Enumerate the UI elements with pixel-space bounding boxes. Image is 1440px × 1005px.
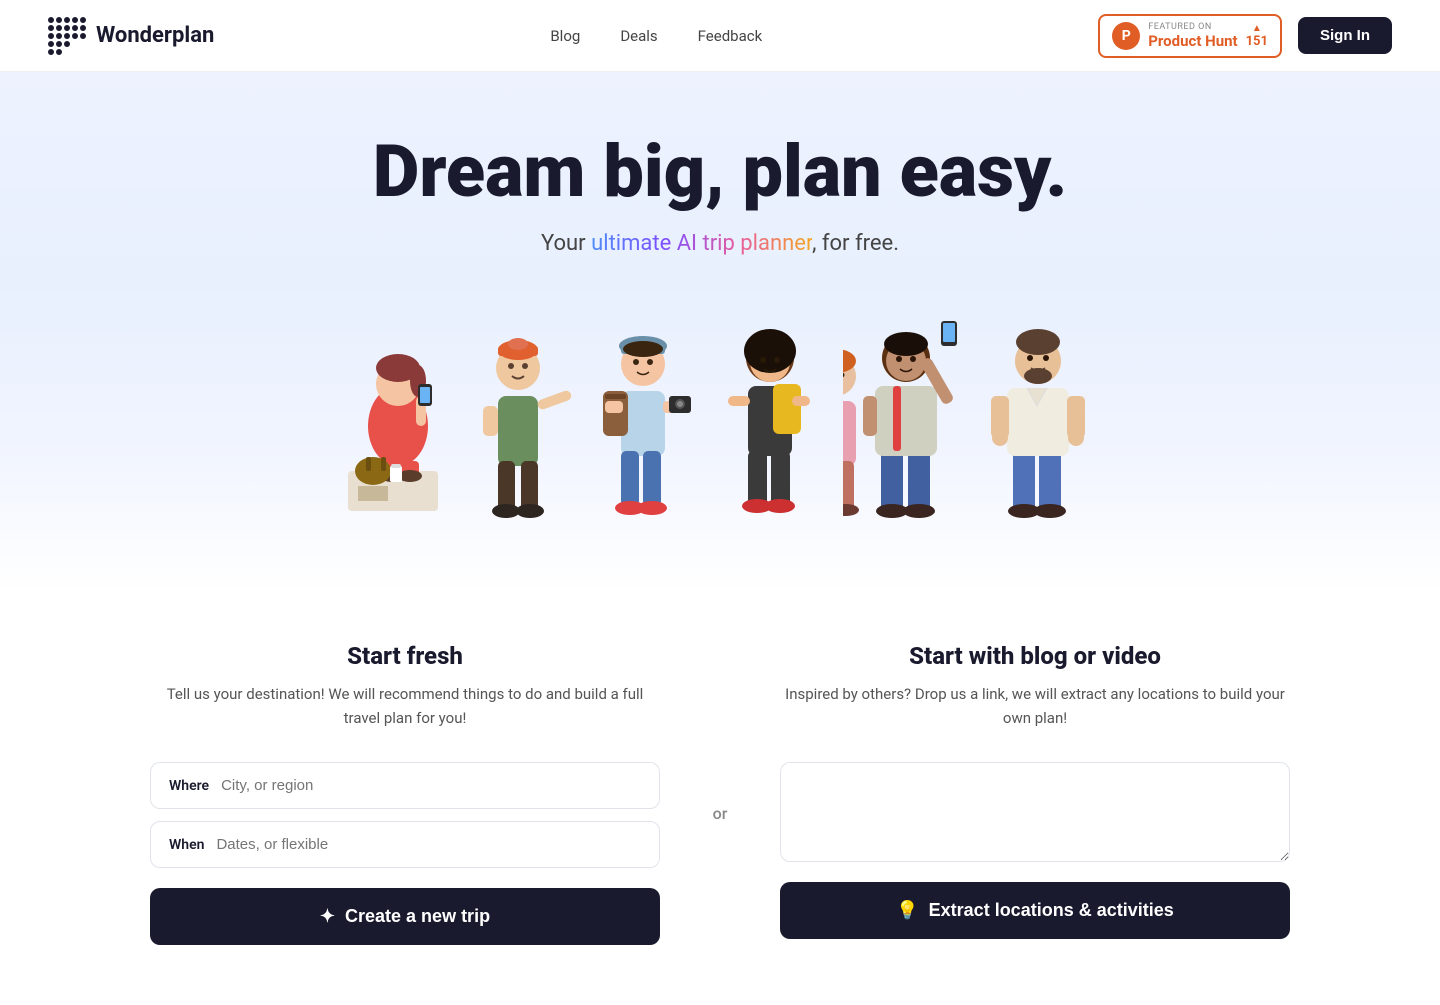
- person-3-icon: [583, 296, 713, 526]
- person-1-icon: [328, 296, 468, 526]
- hero-sub-suffix: , for free.: [812, 231, 899, 256]
- where-input-row: Where: [150, 762, 660, 809]
- create-trip-icon: ✦: [320, 906, 335, 927]
- nav-blog[interactable]: Blog: [550, 27, 580, 45]
- hero-title: Dream big, plan easy.: [48, 132, 1392, 211]
- person-6-icon: [983, 296, 1113, 526]
- where-input[interactable]: [221, 777, 641, 794]
- extract-label: Extract locations & activities: [929, 900, 1174, 921]
- start-fresh-title: Start fresh: [150, 642, 660, 670]
- create-trip-button[interactable]: ✦ Create a new trip: [150, 888, 660, 945]
- logo-icon: [48, 17, 86, 55]
- logo-link[interactable]: Wonderplan: [48, 17, 214, 55]
- create-trip-label: Create a new trip: [345, 906, 490, 927]
- extract-icon: 💡: [896, 900, 918, 921]
- nav-right: P FEATURED ON Product Hunt ▲ 151 Sign In: [1098, 14, 1392, 58]
- when-input[interactable]: [216, 836, 641, 853]
- nav-links: Blog Deals Feedback: [550, 27, 762, 45]
- where-label: Where: [169, 778, 209, 794]
- start-fresh-desc: Tell us your destination! We will recomm…: [150, 682, 660, 734]
- person-4-icon: [713, 296, 843, 526]
- extract-locations-button[interactable]: 💡 Extract locations & activities: [780, 882, 1290, 939]
- nav-deals[interactable]: Deals: [620, 27, 657, 45]
- when-label: When: [169, 837, 204, 853]
- hero-subtitle: Your ultimate AI trip planner, for free.: [48, 231, 1392, 256]
- hero-gradient-text: ultimate AI trip planner: [591, 231, 812, 256]
- product-hunt-badge[interactable]: P FEATURED ON Product Hunt ▲ 151: [1098, 14, 1282, 58]
- nav-feedback[interactable]: Feedback: [698, 27, 763, 45]
- sign-in-button[interactable]: Sign In: [1298, 17, 1392, 54]
- main-content: Start fresh Tell us your destination! We…: [0, 592, 1440, 1005]
- fresh-inputs: Where When: [150, 762, 660, 868]
- ph-name: Product Hunt: [1148, 32, 1237, 50]
- ph-arrow-icon: ▲: [1252, 23, 1262, 34]
- ph-featured-label: FEATURED ON: [1148, 22, 1237, 32]
- brand-name: Wonderplan: [96, 23, 214, 48]
- idea-textarea[interactable]: [780, 762, 1290, 862]
- hero-section: Dream big, plan easy. Your ultimate AI t…: [0, 72, 1440, 592]
- person-5-icon: [843, 296, 983, 526]
- when-input-row: When: [150, 821, 660, 868]
- ph-count: 151: [1246, 34, 1268, 49]
- hero-illustration: [48, 286, 1392, 526]
- start-blog-desc: Inspired by others? Drop us a link, we w…: [780, 682, 1290, 734]
- product-hunt-logo: P: [1112, 22, 1140, 50]
- divider-text: or: [713, 804, 728, 823]
- person-2-icon: [458, 296, 588, 526]
- start-blog-title: Start with blog or video: [780, 642, 1290, 670]
- hero-sub-prefix: Your: [541, 231, 591, 256]
